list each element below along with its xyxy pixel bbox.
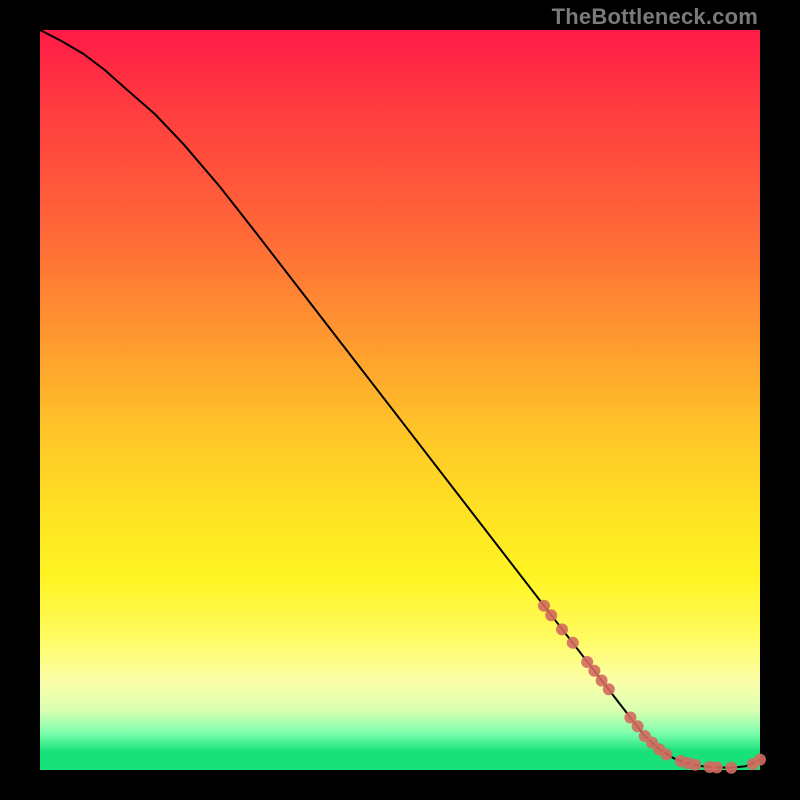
chart-svg [40, 30, 760, 770]
bottleneck-curve [40, 30, 760, 768]
data-point [632, 720, 644, 732]
data-point [567, 637, 579, 649]
data-point [660, 749, 672, 761]
data-point [689, 759, 701, 771]
chart-frame: TheBottleneck.com [0, 0, 800, 800]
data-point [545, 609, 557, 621]
data-point [538, 600, 550, 612]
plot-area [40, 30, 760, 770]
data-point [725, 762, 737, 774]
data-point [603, 683, 615, 695]
data-point [556, 623, 568, 635]
data-point [711, 761, 723, 773]
watermark-text: TheBottleneck.com [552, 4, 758, 30]
data-point [588, 665, 600, 677]
curve-markers [538, 600, 766, 774]
data-point [754, 754, 766, 766]
